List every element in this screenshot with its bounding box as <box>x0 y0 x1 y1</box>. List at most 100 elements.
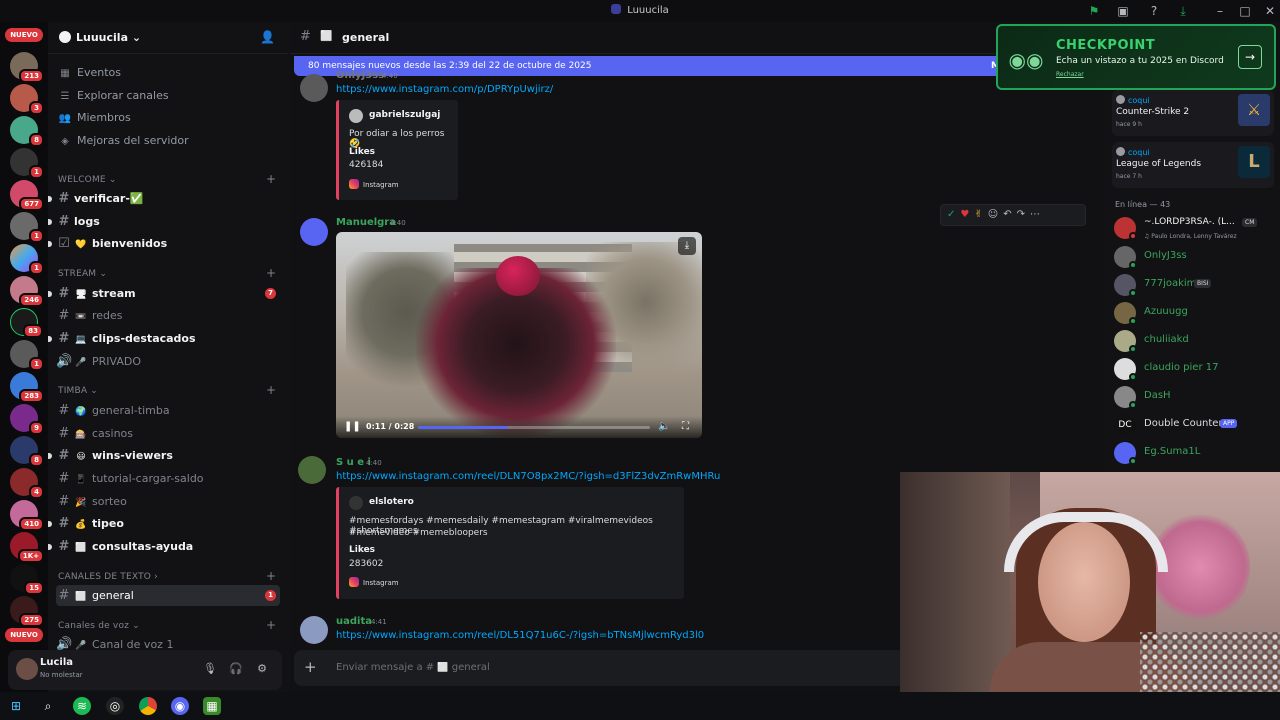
add-channel-icon[interactable]: + <box>266 172 276 186</box>
server-icon[interactable]: 275 <box>10 596 44 627</box>
channel-consultas[interactable]: # ⬜ consultas-ayuda <box>48 536 280 557</box>
nav-members[interactable]: 👥 Miembros <box>58 108 131 128</box>
dismiss-link[interactable]: Rechazar <box>1056 71 1084 78</box>
member-item[interactable]: Eg.Suma1L <box>1114 440 1276 466</box>
avatar[interactable] <box>298 456 326 484</box>
guild-header[interactable]: Luuucila ⌄ 👤 <box>48 22 288 54</box>
search-icon[interactable]: ⌕ <box>39 697 57 715</box>
category-voice[interactable]: Canales de voz ⌄ <box>58 621 140 631</box>
video-player[interactable]: ⤓ ❚❚ 0:11 / 0:28 🔈 ⛶ <box>336 232 702 438</box>
guild-name[interactable]: Luuucila ⌄ <box>76 31 141 44</box>
activity-card[interactable]: coqui Counter-Strike 2 hace 9 h ⚔ <box>1112 90 1274 136</box>
add-channel-icon[interactable]: + <box>266 266 276 280</box>
help-icon[interactable]: ? <box>1146 3 1162 19</box>
embed-author[interactable]: elslotero <box>369 497 414 507</box>
channel-privado[interactable]: 🔊 🎤 PRIVADO <box>56 351 280 372</box>
server-icon[interactable]: 3 <box>10 84 44 115</box>
server-icon[interactable]: 213 <box>10 52 44 83</box>
video-progress[interactable] <box>418 426 650 429</box>
fullscreen-icon[interactable]: ⛶ <box>682 421 689 432</box>
headphones-icon[interactable]: 🎧 <box>228 662 244 678</box>
category-stream[interactable]: STREAM ⌄ <box>58 269 107 279</box>
spotify-icon[interactable]: ≋ <box>73 697 91 715</box>
forward-icon[interactable]: ↷ <box>1017 209 1030 220</box>
channel-general-timba[interactable]: # 🌍 general-timba <box>56 400 280 421</box>
activity-card[interactable]: coqui League of Legends hace 7 h L <box>1112 142 1274 188</box>
server-icon[interactable]: 410 <box>10 500 44 531</box>
channel-verificar[interactable]: # verificar-✅ <box>48 188 280 209</box>
volume-icon[interactable]: 🔈 <box>658 421 670 432</box>
server-icon[interactable]: 677 <box>10 180 44 211</box>
channel-casinos[interactable]: # 🎰 casinos <box>56 423 280 444</box>
avatar[interactable] <box>16 658 38 680</box>
member-item[interactable]: chuliiakd <box>1114 328 1276 354</box>
add-channel-icon[interactable]: + <box>266 618 276 632</box>
server-icon[interactable]: 8 <box>10 116 44 147</box>
server-icon[interactable]: 283 <box>10 372 44 403</box>
app-icon[interactable]: ◎ <box>106 697 124 715</box>
message-link[interactable]: https://www.instagram.com/reel/DLN7O8px2… <box>336 471 720 482</box>
avatar[interactable] <box>300 74 328 102</box>
embed-author[interactable]: gabrielszulgaj <box>369 110 440 120</box>
server-icon[interactable]: 1 <box>10 340 44 371</box>
checkpoint-banner[interactable]: ◉◉ CHECKPOINT Echa un vistazo a tu 2025 … <box>996 24 1276 90</box>
category-text[interactable]: CANALES DE TEXTO › <box>58 572 158 582</box>
windows-start-icon[interactable]: ⊞ <box>7 697 25 715</box>
message-author[interactable]: Manuelgra <box>336 217 396 228</box>
message-author[interactable]: OnlyJ3ss <box>336 70 384 81</box>
message-link[interactable]: https://www.instagram.com/p/DPRYpUwjirz/ <box>336 84 553 95</box>
member-item[interactable]: DC Double Counter APP <box>1114 412 1276 438</box>
server-icon[interactable]: 1K+ <box>10 532 44 563</box>
activity-user[interactable]: coqui <box>1116 95 1150 105</box>
arrow-right-icon[interactable]: → <box>1238 45 1262 69</box>
category-welcome[interactable]: WELCOME ⌄ <box>58 175 117 185</box>
nav-boosts[interactable]: ◈ Mejoras del servidor <box>58 131 189 151</box>
minimize-button[interactable]: – <box>1212 3 1228 19</box>
channel-clips[interactable]: # 💻 clips-destacados <box>48 328 280 349</box>
ok-reaction-icon[interactable]: ✌ <box>974 209 987 220</box>
more-icon[interactable]: ⋯ <box>1030 209 1045 220</box>
server-icon[interactable]: 4 <box>10 468 44 499</box>
member-item[interactable]: claudio pier 17 <box>1114 356 1276 382</box>
composer-placeholder[interactable]: Enviar mensaje a # ⬜ general <box>336 662 490 673</box>
server-icon[interactable]: 8 <box>10 436 44 467</box>
channel-sorteo[interactable]: # 🎉 sorteo <box>56 491 280 512</box>
channel-wins[interactable]: # 😃 wins-viewers <box>48 445 280 466</box>
server-icon[interactable]: 246 <box>10 276 44 307</box>
server-icon[interactable]: 1 <box>10 212 44 243</box>
chrome-icon[interactable] <box>139 697 157 715</box>
server-icon[interactable]: 15 <box>10 564 44 595</box>
nav-events[interactable]: ▦ Eventos <box>58 63 121 83</box>
channel-stream[interactable]: # 🖥 stream 7 <box>48 283 280 304</box>
gear-icon[interactable]: ⚙ <box>254 662 270 678</box>
download-icon[interactable]: ⤓ <box>1175 3 1191 19</box>
server-icon[interactable]: 1 <box>10 244 44 275</box>
pause-icon[interactable]: ❚❚ <box>344 421 361 432</box>
channel-tutorial[interactable]: # 📱 tutorial-cargar-saldo <box>56 468 280 489</box>
activity-user[interactable]: coqui <box>1116 147 1150 157</box>
channel-logs[interactable]: # logs <box>48 211 280 232</box>
maximize-button[interactable]: □ <box>1237 3 1253 19</box>
mic-icon[interactable]: 🎙 <box>202 662 218 678</box>
avatar[interactable] <box>300 218 328 246</box>
flag-icon[interactable]: ⚑ <box>1086 3 1102 19</box>
add-member-icon[interactable]: 👤 <box>260 30 275 44</box>
server-icon[interactable]: 9 <box>10 404 44 435</box>
channel-redes[interactable]: # 📼 redes <box>56 305 280 326</box>
emoji-icon[interactable]: ☺ <box>988 209 1003 220</box>
close-button[interactable]: ✕ <box>1262 3 1278 19</box>
minecraft-icon[interactable]: ▦ <box>203 697 221 715</box>
member-item[interactable]: Azuuugg <box>1114 300 1276 326</box>
reply-icon[interactable]: ↶ <box>1003 209 1016 220</box>
discord-icon[interactable]: ◉ <box>171 697 189 715</box>
download-icon[interactable]: ⤓ <box>678 237 696 255</box>
check-reaction-icon[interactable]: ✓ <box>947 209 960 220</box>
add-channel-icon[interactable]: + <box>266 383 276 397</box>
message-author[interactable]: uadita <box>336 616 372 627</box>
member-item[interactable]: DasH <box>1114 384 1276 410</box>
nav-browse[interactable]: ☰ Explorar canales <box>58 86 169 106</box>
channel-tipeo[interactable]: # 💰 tipeo <box>48 513 280 534</box>
server-icon[interactable]: 1 <box>10 148 44 179</box>
new-messages-bar[interactable]: 80 mensajes nuevos desde las 2:39 del 22… <box>294 56 1010 76</box>
heart-reaction-icon[interactable]: ♥ <box>960 209 974 220</box>
